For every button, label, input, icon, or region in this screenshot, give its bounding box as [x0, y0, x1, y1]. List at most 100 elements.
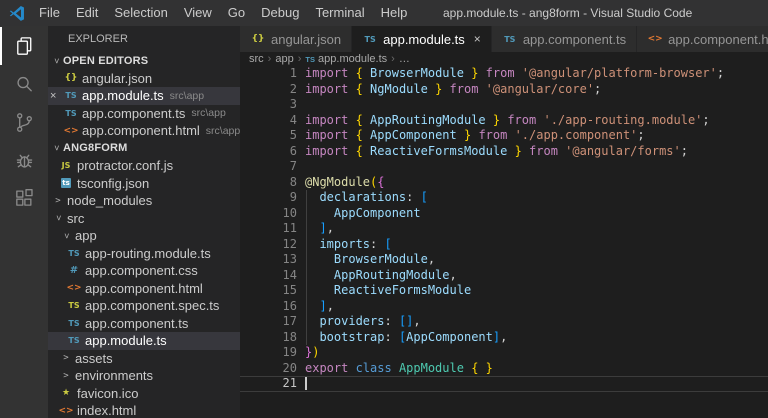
debug-icon[interactable]	[0, 141, 48, 179]
code-line-7[interactable]: 7	[240, 159, 768, 175]
breadcrumb-item-[interactable]: …	[399, 53, 410, 65]
breadcrumb-item-app-module-ts[interactable]: TS app.module.ts	[305, 53, 387, 65]
chevron-right-icon[interactable]: >	[60, 371, 72, 381]
code-line-2[interactable]: 2 import { NgModule } from '@angular/core…	[240, 82, 768, 98]
menu-go[interactable]: Go	[220, 0, 253, 26]
sidebar-section-open-editors[interactable]: > OPEN EDITORS	[48, 52, 240, 70]
menu-help[interactable]: Help	[373, 0, 416, 26]
chevron-down-icon[interactable]: >	[51, 142, 61, 154]
breadcrumb-item-app[interactable]: app	[275, 53, 293, 65]
extensions-icon[interactable]	[0, 179, 48, 217]
sidebar-folder-assets[interactable]: > assets	[48, 350, 240, 368]
sidebar-item-app-component-html[interactable]: <> app.component.html src\app	[48, 122, 240, 140]
code-editor[interactable]: 1 import { BrowserModule } from '@angular…	[240, 66, 768, 418]
chevron-down-icon[interactable]: >	[51, 55, 61, 67]
source-control-icon[interactable]	[0, 103, 48, 141]
code-token: import	[305, 143, 356, 158]
code-line-10[interactable]: 10 AppComponent	[240, 205, 768, 222]
sidebar-item-app-module-ts[interactable]: × TS app.module.ts src\app	[48, 87, 240, 105]
sidebar-folder-src[interactable]: > src	[48, 210, 240, 228]
code-line-11[interactable]: 11 ],	[240, 221, 768, 237]
line-number: 13	[282, 252, 297, 266]
tab-app-module-ts[interactable]: TS app.module.ts ×	[352, 26, 492, 52]
code-line-21[interactable]: 21	[240, 376, 768, 392]
sidebar-item-protractor-conf-js[interactable]: JS protractor.conf.js	[48, 157, 240, 175]
code-line-6[interactable]: 6 import { ReactiveFormsModule } from '@a…	[240, 144, 768, 160]
menu-debug[interactable]: Debug	[253, 0, 307, 26]
code-token: AppComponent	[370, 128, 457, 142]
sidebar-item-tsconfig-json[interactable]: ts tsconfig.json	[48, 175, 240, 193]
code-token: [	[420, 190, 428, 204]
code-token: :	[384, 314, 399, 328]
code-line-19[interactable]: 19})	[240, 345, 768, 361]
menu-terminal[interactable]: Terminal	[307, 0, 372, 26]
sidebar-title: EXPLORER	[68, 33, 128, 45]
code-token: import	[305, 81, 356, 96]
code-line-20[interactable]: 20 export class AppModule { }	[240, 361, 768, 377]
sidebar-item-app-component-html[interactable]: <> app.component.html	[48, 280, 240, 298]
code-line-5[interactable]: 5 import { AppComponent } from './app.com…	[240, 128, 768, 144]
code-token: './app-routing.module'	[543, 112, 703, 127]
item-label: app.component.ts	[85, 315, 189, 331]
code-line-15[interactable]: 15 ReactiveFormsModule	[240, 283, 768, 299]
menu-file[interactable]: File	[31, 0, 68, 26]
code-line-14[interactable]: 14 AppRoutingModule,	[240, 267, 768, 284]
code-line-17[interactable]: 17 providers: [],	[240, 314, 768, 330]
menu-view[interactable]: View	[176, 0, 220, 26]
code-token: bootstrap	[319, 329, 385, 344]
sidebar-item-app-component-ts[interactable]: TS app.component.ts	[48, 315, 240, 333]
menu-selection[interactable]: Selection	[106, 0, 175, 26]
code-line-3[interactable]: 3	[240, 97, 768, 113]
sidebar-item-app-module-ts[interactable]: TS app.module.ts	[48, 332, 240, 350]
code-token: }	[492, 112, 501, 127]
close-icon[interactable]: ×	[50, 90, 63, 102]
code-token: ;	[637, 128, 645, 142]
code-line-12[interactable]: 12 imports: [	[240, 236, 768, 253]
line-number: 1	[289, 66, 297, 80]
chevron-right-icon[interactable]: >	[60, 353, 72, 363]
tab-app-component-html[interactable]: <> app.component.html	[637, 26, 768, 52]
menubar: File Edit Selection View Go Debug Terminal Help	[31, 0, 415, 26]
code-token: :	[406, 190, 421, 204]
tab-app-component-ts[interactable]: TS app.component.ts	[491, 26, 638, 52]
ts-icon: TS	[65, 108, 77, 118]
sidebar-item-index-html[interactable]: <> index.html	[48, 402, 240, 418]
sidebar-folder-node-modules[interactable]: > node_modules	[48, 192, 240, 210]
code-line-16[interactable]: 16 ],	[240, 298, 768, 315]
chevron-down-icon[interactable]: >	[61, 230, 71, 242]
explorer-icon[interactable]	[0, 27, 48, 65]
menu-edit[interactable]: Edit	[68, 0, 106, 26]
code-line-1[interactable]: 1 import { BrowserModule } from '@angular…	[240, 66, 768, 82]
sidebar-item-app-component-css[interactable]: # app.component.css	[48, 262, 240, 280]
activity-bar	[0, 26, 48, 418]
sidebar-item-angular-json[interactable]: {} angular.json	[48, 70, 240, 88]
chevron-right-icon[interactable]: >	[52, 196, 64, 206]
chevron-down-icon[interactable]: >	[53, 212, 63, 224]
sidebar-item-app-component-ts[interactable]: TS app.component.ts src\app	[48, 105, 240, 123]
breadcrumb-item-src[interactable]: src	[249, 53, 264, 65]
close-icon[interactable]: ×	[474, 32, 481, 46]
code-line-8[interactable]: 8 @NgModule({	[240, 175, 768, 191]
line-number: 19	[282, 345, 297, 359]
code-line-4[interactable]: 4 import { AppRoutingModule } from './app…	[240, 113, 768, 129]
sidebar-folder-environments[interactable]: > environments	[48, 367, 240, 385]
item-label: app.component.spec.ts	[85, 298, 220, 314]
item-path: src\app	[169, 89, 205, 102]
sidebar-item-app-routing-module-ts[interactable]: TS app-routing.module.ts	[48, 245, 240, 263]
sidebar-item-favicon-ico[interactable]: ★ favicon.ico	[48, 385, 240, 403]
sidebar-folder-app[interactable]: > app	[48, 227, 240, 245]
line-number: 3	[289, 97, 297, 111]
sidebar-item-app-component-spec-ts[interactable]: TS app.component.spec.ts	[48, 297, 240, 315]
tab-angular-json[interactable]: {} angular.json	[240, 26, 353, 52]
code-line-9[interactable]: 9 declarations: [	[240, 190, 768, 206]
code-line-13[interactable]: 13 BrowserModule,	[240, 252, 768, 268]
sidebar-section-ang8form[interactable]: > ANG8FORM	[48, 140, 240, 158]
search-icon[interactable]	[0, 65, 48, 103]
code-line-18[interactable]: 18 bootstrap: [AppComponent],	[240, 329, 768, 346]
